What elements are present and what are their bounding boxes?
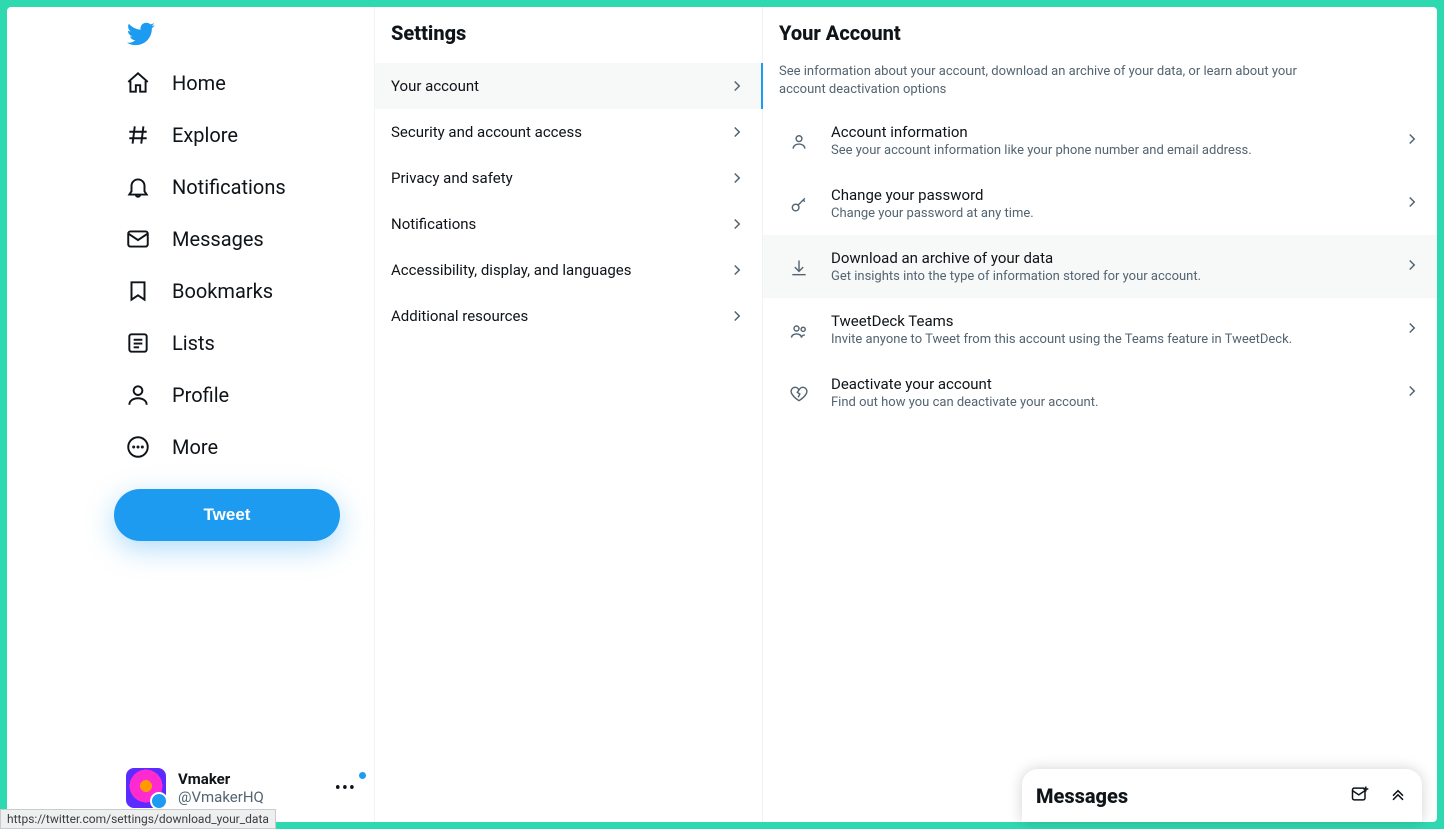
tweet-button[interactable]: Tweet — [114, 489, 340, 541]
settings-item-label: Security and account access — [391, 123, 582, 141]
option-subtitle: Find out how you can deactivate your acc… — [831, 395, 1403, 410]
ellipsis-icon: ••• — [329, 778, 362, 799]
settings-title: Settings — [375, 7, 762, 63]
nav-label: Home — [172, 71, 226, 95]
nav-lists[interactable]: Lists — [114, 317, 374, 369]
list-icon — [124, 329, 152, 357]
option-subtitle: Invite anyone to Tweet from this account… — [831, 332, 1403, 347]
settings-item-your-account[interactable]: Your account — [375, 63, 762, 109]
settings-item-security[interactable]: Security and account access — [375, 109, 762, 155]
chevron-right-icon — [728, 123, 746, 141]
settings-item-resources[interactable]: Additional resources — [375, 293, 762, 339]
hashtag-icon — [124, 121, 152, 149]
twitter-logo[interactable] — [114, 15, 374, 57]
bookmark-icon — [124, 277, 152, 305]
chevron-right-icon — [728, 215, 746, 233]
option-title: Download an archive of your data — [831, 249, 1403, 267]
nav-notifications[interactable]: Notifications — [114, 161, 374, 213]
chevron-right-icon — [1403, 319, 1421, 341]
chevron-up-double-icon[interactable] — [1388, 784, 1408, 808]
home-icon — [124, 69, 152, 97]
settings-item-notifications[interactable]: Notifications — [375, 201, 762, 247]
chevron-right-icon — [728, 307, 746, 325]
person-icon — [779, 130, 819, 152]
chevron-right-icon — [1403, 256, 1421, 278]
option-subtitle: Get insights into the type of informatio… — [831, 269, 1403, 284]
option-account-information[interactable]: Account information See your account inf… — [763, 109, 1437, 172]
avatar — [126, 768, 166, 808]
option-title: Change your password — [831, 186, 1403, 204]
primary-nav: Home Explore Notifications Messages Book… — [7, 7, 374, 822]
option-title: TweetDeck Teams — [831, 312, 1403, 330]
account-handle: @VmakerHQ — [178, 788, 329, 806]
settings-item-label: Accessibility, display, and languages — [391, 261, 631, 279]
people-icon — [779, 319, 819, 341]
new-message-icon[interactable] — [1350, 784, 1370, 808]
option-tweetdeck-teams[interactable]: TweetDeck Teams Invite anyone to Tweet f… — [763, 298, 1437, 361]
download-icon — [779, 256, 819, 278]
nav-label: Explore — [172, 123, 238, 147]
envelope-icon — [124, 225, 152, 253]
settings-item-label: Your account — [391, 77, 479, 95]
detail-description: See information about your account, down… — [763, 63, 1323, 109]
key-icon — [779, 193, 819, 215]
settings-item-label: Notifications — [391, 215, 476, 233]
chevron-right-icon — [728, 77, 746, 95]
chevron-right-icon — [1403, 130, 1421, 152]
nav-label: Messages — [172, 227, 264, 251]
heartbreak-icon — [779, 382, 819, 404]
chevron-right-icon — [728, 169, 746, 187]
status-bar-url: https://twitter.com/settings/download_yo… — [0, 809, 276, 829]
account-switcher[interactable]: Vmaker @VmakerHQ ••• — [114, 760, 374, 816]
settings-item-label: Privacy and safety — [391, 169, 513, 187]
person-icon — [124, 381, 152, 409]
nav-label: Notifications — [172, 175, 286, 199]
chevron-right-icon — [728, 261, 746, 279]
nav-label: Lists — [172, 331, 215, 355]
nav-label: Profile — [172, 383, 229, 407]
nav-messages[interactable]: Messages — [114, 213, 374, 265]
option-change-password[interactable]: Change your password Change your passwor… — [763, 172, 1437, 235]
chevron-right-icon — [1403, 382, 1421, 404]
option-download-archive[interactable]: Download an archive of your data Get ins… — [763, 235, 1437, 298]
option-subtitle: Change your password at any time. — [831, 206, 1403, 221]
messages-drawer-title: Messages — [1036, 784, 1128, 808]
option-title: Account information — [831, 123, 1403, 141]
nav-explore[interactable]: Explore — [114, 109, 374, 161]
nav-more[interactable]: More — [114, 421, 374, 473]
option-deactivate-account[interactable]: Deactivate your account Find out how you… — [763, 361, 1437, 424]
bell-icon — [124, 173, 152, 201]
settings-item-privacy[interactable]: Privacy and safety — [375, 155, 762, 201]
chevron-right-icon — [1403, 193, 1421, 215]
account-name: Vmaker — [178, 770, 329, 788]
nav-label: More — [172, 435, 218, 459]
nav-label: Bookmarks — [172, 279, 273, 303]
settings-item-accessibility[interactable]: Accessibility, display, and languages — [375, 247, 762, 293]
nav-bookmarks[interactable]: Bookmarks — [114, 265, 374, 317]
settings-item-label: Additional resources — [391, 307, 528, 325]
more-circle-icon — [124, 433, 152, 461]
nav-profile[interactable]: Profile — [114, 369, 374, 421]
detail-title: Your Account — [763, 7, 1437, 63]
settings-column: Settings Your account Security and accou… — [374, 7, 762, 822]
detail-column: Your Account See information about your … — [762, 7, 1437, 822]
option-subtitle: See your account information like your p… — [831, 143, 1403, 158]
messages-drawer[interactable]: Messages — [1022, 769, 1422, 822]
nav-home[interactable]: Home — [114, 57, 374, 109]
option-title: Deactivate your account — [831, 375, 1403, 393]
